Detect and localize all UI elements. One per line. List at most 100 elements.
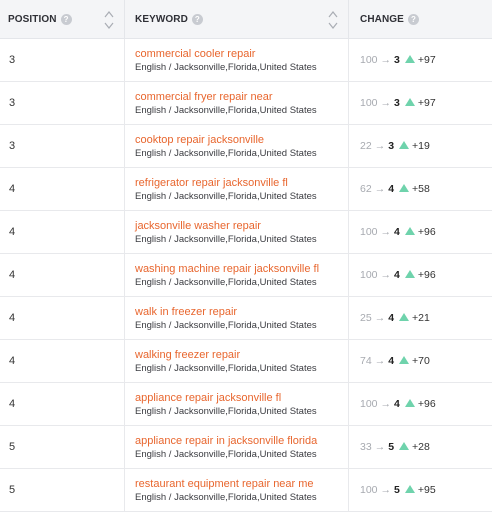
table-row: 4 walking freezer repair English / Jacks… [0, 340, 492, 383]
table-row: 4 refrigerator repair jacksonville fl En… [0, 168, 492, 211]
position-cell: 4 [0, 254, 125, 296]
position-change-delta: +97 [417, 54, 436, 66]
change-cell: 22 → 3 +19 [349, 125, 492, 167]
position-value: 4 [9, 269, 16, 281]
right-arrow-icon: → [374, 355, 386, 367]
table-row: 4 appliance repair jacksonville fl Engli… [0, 383, 492, 426]
position-change-delta: +97 [417, 97, 436, 109]
table-row: 4 walk in freezer repair English / Jacks… [0, 297, 492, 340]
keyword-link[interactable]: walk in freezer repair [135, 305, 237, 319]
keyword-cell: appliance repair jacksonville fl English… [125, 383, 349, 425]
keyword-cell: walk in freezer repair English / Jackson… [125, 297, 349, 339]
change-help-icon[interactable]: ? [407, 13, 419, 25]
keyword-link[interactable]: appliance repair jacksonville fl [135, 391, 281, 405]
keyword-cell: cooktop repair jacksonville English / Ja… [125, 125, 349, 167]
keyword-location: English / Jacksonville,Florida,United St… [135, 448, 317, 460]
keyword-location: English / Jacksonville,Florida,United St… [135, 147, 317, 159]
triangle-up-icon [404, 55, 415, 63]
keyword-link[interactable]: restaurant equipment repair near me [135, 477, 314, 491]
right-arrow-icon: → [380, 54, 392, 66]
table-row: 4 washing machine repair jacksonville fl… [0, 254, 492, 297]
position-change-delta: +96 [417, 398, 436, 410]
keyword-cell: appliance repair in jacksonville florida… [125, 426, 349, 468]
keyword-link[interactable]: commercial cooler repair [135, 47, 255, 61]
keyword-link[interactable]: refrigerator repair jacksonville fl [135, 176, 288, 190]
previous-position: 100 [360, 269, 378, 281]
keyword-location: English / Jacksonville,Florida,United St… [135, 276, 317, 288]
position-sort-icon[interactable] [104, 10, 114, 30]
previous-position: 74 [360, 355, 372, 367]
keyword-cell: washing machine repair jacksonville fl E… [125, 254, 349, 296]
table-row: 3 commercial cooler repair English / Jac… [0, 39, 492, 82]
keyword-link[interactable]: commercial fryer repair near [135, 90, 273, 104]
keyword-sort-icon[interactable] [328, 10, 338, 30]
position-change-delta: +96 [417, 269, 436, 281]
current-position: 3 [394, 97, 400, 109]
position-value: 4 [9, 312, 16, 324]
keyword-link[interactable]: jacksonville washer repair [135, 219, 261, 233]
keyword-location: English / Jacksonville,Florida,United St… [135, 319, 317, 331]
position-cell: 3 [0, 125, 125, 167]
previous-position: 100 [360, 54, 378, 66]
keyword-cell: walking freezer repair English / Jackson… [125, 340, 349, 382]
current-position: 4 [394, 226, 400, 238]
position-value: 3 [9, 140, 16, 152]
current-position: 4 [388, 312, 395, 324]
change-column-header[interactable]: CHANGE ? [349, 0, 492, 38]
keyword-location: English / Jacksonville,Florida,United St… [135, 61, 317, 73]
table-body: 3 commercial cooler repair English / Jac… [0, 39, 492, 512]
position-column-header[interactable]: POSITION ? [0, 0, 125, 38]
change-cell: 100 → 4 +96 [349, 383, 492, 425]
keyword-column-header[interactable]: KEYWORD ? [125, 0, 349, 38]
change-header-label: CHANGE [360, 13, 404, 25]
current-position: 5 [388, 441, 395, 453]
keyword-location: English / Jacksonville,Florida,United St… [135, 233, 317, 245]
triangle-up-icon [404, 270, 415, 278]
keyword-help-icon[interactable]: ? [191, 13, 203, 25]
position-change-delta: +21 [412, 312, 430, 324]
keyword-cell: commercial fryer repair near English / J… [125, 82, 349, 124]
change-cell: 25 → 4 +21 [349, 297, 492, 339]
table-row: 3 cooktop repair jacksonville English / … [0, 125, 492, 168]
table-row: 3 commercial fryer repair near English /… [0, 82, 492, 125]
triangle-up-icon [404, 98, 415, 106]
keyword-location: English / Jacksonville,Florida,United St… [135, 190, 317, 202]
current-position: 4 [388, 355, 395, 367]
keyword-link[interactable]: walking freezer repair [135, 348, 240, 362]
keyword-link[interactable]: appliance repair in jacksonville florida [135, 434, 317, 448]
keyword-header-label: KEYWORD [135, 13, 188, 25]
position-value: 3 [9, 54, 16, 66]
position-value: 5 [9, 484, 16, 496]
previous-position: 33 [360, 441, 372, 453]
position-cell: 4 [0, 340, 125, 382]
previous-position: 22 [360, 140, 372, 152]
right-arrow-icon: → [374, 441, 386, 453]
position-help-icon[interactable]: ? [60, 13, 72, 25]
previous-position: 100 [360, 226, 378, 238]
right-arrow-icon: → [374, 312, 386, 324]
keyword-cell: commercial cooler repair English / Jacks… [125, 39, 349, 81]
keyword-location: English / Jacksonville,Florida,United St… [135, 405, 317, 417]
position-change-delta: +58 [412, 183, 430, 195]
right-arrow-icon: → [374, 140, 386, 152]
position-value: 3 [9, 97, 16, 109]
right-arrow-icon: → [380, 398, 392, 410]
position-value: 4 [9, 355, 16, 367]
previous-position: 100 [360, 484, 378, 496]
position-header-label: POSITION [8, 13, 57, 25]
keyword-cell: refrigerator repair jacksonville fl Engl… [125, 168, 349, 210]
keyword-link[interactable]: washing machine repair jacksonville fl [135, 262, 319, 276]
right-arrow-icon: → [380, 226, 392, 238]
position-change-delta: +96 [417, 226, 436, 238]
current-position: 5 [394, 484, 400, 496]
triangle-up-icon [404, 399, 415, 407]
table-row: 4 jacksonville washer repair English / J… [0, 211, 492, 254]
current-position: 4 [388, 183, 395, 195]
keyword-link[interactable]: cooktop repair jacksonville [135, 133, 264, 147]
triangle-up-icon [399, 313, 410, 321]
position-change-delta: +70 [412, 355, 430, 367]
previous-position: 62 [360, 183, 372, 195]
keyword-cell: restaurant equipment repair near me Engl… [125, 469, 349, 511]
position-change-delta: +95 [417, 484, 436, 496]
triangle-up-icon [399, 184, 410, 192]
